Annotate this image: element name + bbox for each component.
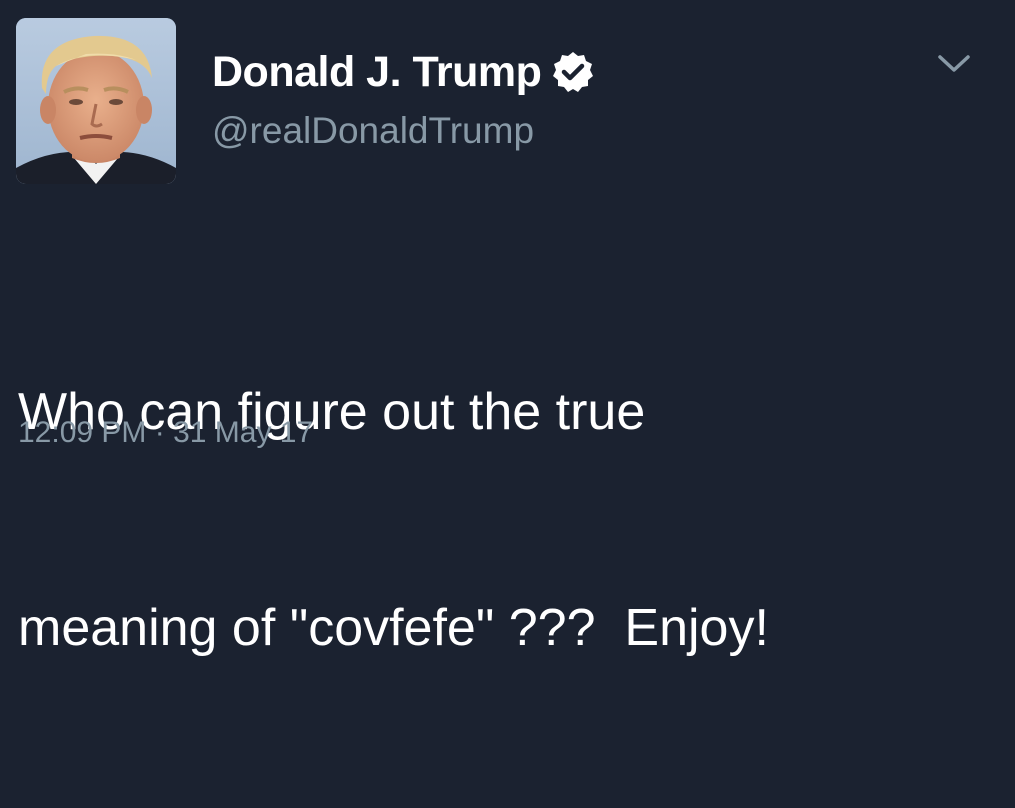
display-name[interactable]: Donald J. Trump (212, 48, 542, 97)
name-row: Donald J. Trump (212, 48, 595, 96)
tweet-text: Who can figure out the true meaning of "… (18, 232, 988, 808)
tweet-card: Donald J. Trump @realDonaldTrump Who can… (0, 0, 1015, 657)
avatar[interactable] (16, 18, 176, 184)
verified-badge-icon (553, 52, 594, 92)
tweet-text-line: meaning of "covfefe" ??? Enjoy! (18, 599, 769, 657)
tweet-timestamp[interactable]: 12:09 PM · 31 May 17 (18, 416, 313, 450)
author-block: Donald J. Trump @realDonaldTrump (212, 48, 595, 152)
tweet-menu-button[interactable] (926, 46, 982, 82)
chevron-down-icon (938, 55, 970, 72)
avatar-portrait (16, 18, 176, 184)
handle[interactable]: @realDonaldTrump (212, 110, 595, 152)
